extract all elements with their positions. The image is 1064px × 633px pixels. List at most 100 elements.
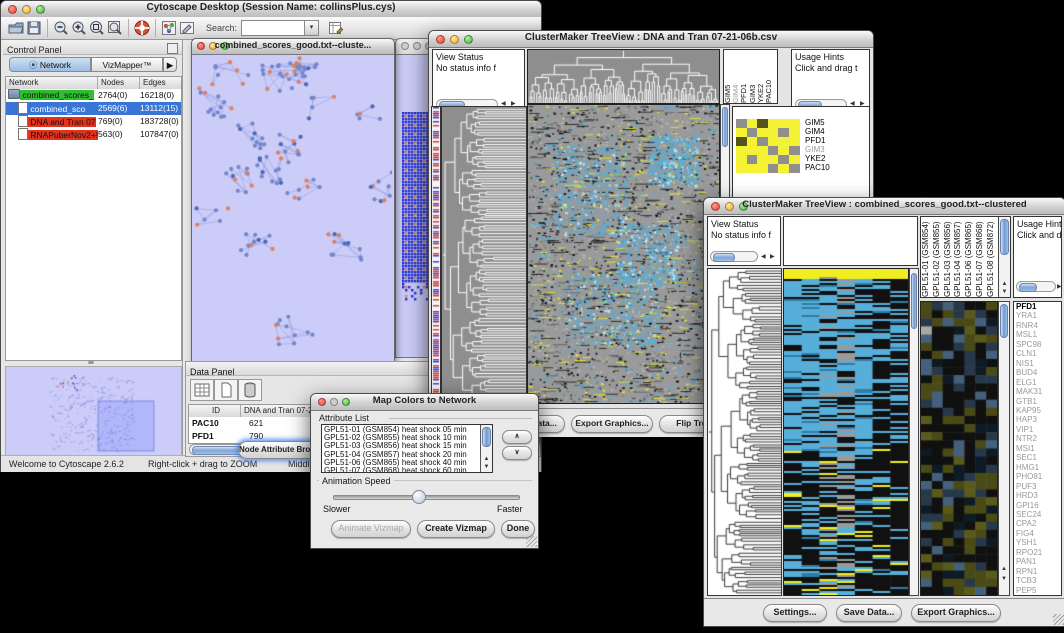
network-table-col-edges[interactable]: Edges xyxy=(140,77,181,89)
tv2-heatmap-vscrollbar[interactable] xyxy=(909,268,919,596)
gene-label[interactable]: FIG4 xyxy=(1014,529,1061,538)
slider-thumb-icon[interactable] xyxy=(412,490,426,504)
zoom-in-icon[interactable] xyxy=(70,19,88,37)
tv2-heatmap[interactable] xyxy=(783,268,909,596)
gene-label[interactable]: GTB1 xyxy=(1014,397,1061,406)
gene-label[interactable]: TCB3 xyxy=(1014,576,1061,585)
network-overview[interactable] xyxy=(5,366,182,456)
plugins-icon[interactable] xyxy=(160,19,178,37)
tv2-usage-scrollbar[interactable] xyxy=(1016,281,1056,292)
gene-label[interactable]: PHO81 xyxy=(1014,472,1061,481)
gene-label[interactable]: NIS1 xyxy=(1014,359,1061,368)
attr-col-id[interactable]: ID xyxy=(189,405,241,417)
gene-label[interactable]: KAP95 xyxy=(1014,406,1061,415)
tv2-collabel-scrollbar[interactable]: ▲ ▼ xyxy=(998,217,1010,297)
scroll-down-icon[interactable]: ▼ xyxy=(999,576,1009,583)
gene-label[interactable]: VIP1 xyxy=(1014,425,1061,434)
tv2-save-data-button[interactable]: Save Data... xyxy=(836,604,902,622)
attribute-browser-icon[interactable] xyxy=(327,19,345,37)
gene-label[interactable]: PFD1 xyxy=(1014,302,1061,311)
tv2-gene-dendrogram[interactable] xyxy=(707,268,782,596)
attribute-list-item[interactable]: GPL51-07 (GSM868) heat shock 60 min xyxy=(324,467,492,473)
gene-label[interactable]: HRD3 xyxy=(1014,491,1061,500)
attribute-listbox[interactable]: GPL51-01 (GSM854) heat shock 05 minGPL51… xyxy=(321,424,493,473)
select-attributes-icon[interactable] xyxy=(190,379,214,401)
scroll-right-icon[interactable]: ▶ xyxy=(1057,284,1062,291)
move-down-button[interactable]: ∨ xyxy=(502,446,532,460)
network-row[interactable]: DNA and Tran 07769(0)183728(0) xyxy=(6,115,181,128)
tv2-settings-button[interactable]: Settings... xyxy=(763,604,827,622)
tv2-export-graphics-button[interactable]: Export Graphics... xyxy=(911,604,1001,622)
gene-label[interactable]: RPN1 xyxy=(1014,567,1061,576)
tv1-column-dendrogram[interactable] xyxy=(527,49,720,104)
minimize-icon[interactable] xyxy=(413,42,421,50)
gene-label[interactable]: ELG1 xyxy=(1014,378,1061,387)
cytoscape-titlebar[interactable]: Cytoscape Desktop (Session Name: collins… xyxy=(1,1,541,18)
gene-label[interactable]: RPO21 xyxy=(1014,548,1061,557)
gene-label[interactable]: YRA1 xyxy=(1014,311,1061,320)
new-attribute-icon[interactable] xyxy=(214,379,238,401)
resize-grip[interactable] xyxy=(1053,614,1064,625)
help-icon[interactable] xyxy=(133,19,151,37)
gene-label[interactable]: PAN1 xyxy=(1014,557,1061,566)
tv2-zoom-heatmap[interactable] xyxy=(920,301,998,596)
scroll-up-icon[interactable]: ▲ xyxy=(999,566,1009,573)
scroll-down-icon[interactable]: ▼ xyxy=(481,464,492,471)
grid-network-canvas[interactable] xyxy=(402,112,431,302)
tv2-gene-list[interactable]: PFD1YRA1RNR4MSL1SPC98CLN1NIS1BUD4ELG1MAK… xyxy=(1013,301,1062,596)
splitter-handle[interactable] xyxy=(88,361,94,364)
gene-label[interactable]: PEP5 xyxy=(1014,586,1061,595)
float-panel-icon[interactable] xyxy=(167,43,178,54)
network-row[interactable]: combined_scores_2764(0)16218(0) xyxy=(6,89,181,102)
animation-speed-slider[interactable] xyxy=(333,495,520,500)
save-icon[interactable] xyxy=(25,19,43,37)
gene-label[interactable]: MSL1 xyxy=(1014,330,1061,339)
network-row[interactable]: combined_sco2569(6)13112(15) xyxy=(6,102,181,115)
gene-label[interactable]: NTR2 xyxy=(1014,434,1061,443)
tab-vizmapper[interactable]: VizMapper™ xyxy=(91,57,163,72)
network-row[interactable]: RNAPuberNov2+!563(0)107847(0) xyxy=(6,128,181,141)
search-dropdown-icon[interactable]: ▾ xyxy=(305,20,319,36)
tv1-export-graphics-button[interactable]: Export Graphics... xyxy=(571,415,653,433)
tv1-zoom-matrix[interactable] xyxy=(736,119,800,173)
delete-attribute-icon[interactable] xyxy=(238,379,262,401)
tv1-selection-strip[interactable] xyxy=(431,106,441,404)
tv2-zoom-vscrollbar[interactable]: ▲ ▼ xyxy=(998,301,1010,596)
attribute-list-scrollbar[interactable]: ▲ ▼ xyxy=(480,425,492,472)
network-table-col-nodes[interactable]: Nodes xyxy=(98,77,140,89)
resize-grip[interactable] xyxy=(526,536,537,547)
scroll-right-icon[interactable]: ▶ xyxy=(770,254,775,261)
create-vizmap-button[interactable]: Create Vizmap xyxy=(417,520,495,538)
gene-label[interactable]: GPI16 xyxy=(1014,501,1061,510)
animate-vizmap-button[interactable]: Animate Vizmap xyxy=(331,520,411,538)
gene-label[interactable]: SEC24 xyxy=(1014,510,1061,519)
scroll-down-icon[interactable]: ▼ xyxy=(999,289,1010,296)
close-icon[interactable] xyxy=(401,42,409,50)
dialog-titlebar[interactable]: Map Colors to Network xyxy=(311,394,538,411)
zoom-fit-icon[interactable] xyxy=(106,19,124,37)
tv2-status-scrollbar[interactable] xyxy=(710,251,758,262)
gene-label[interactable]: HMG1 xyxy=(1014,463,1061,472)
scroll-up-icon[interactable]: ▲ xyxy=(481,456,492,463)
tv1-gene-dendrogram[interactable] xyxy=(441,106,527,404)
tv1-heatmap[interactable] xyxy=(527,104,720,404)
gene-label[interactable]: MSI1 xyxy=(1014,444,1061,453)
zoom-out-icon[interactable] xyxy=(52,19,70,37)
gene-label[interactable]: PUF3 xyxy=(1014,482,1061,491)
gene-label[interactable]: HAP3 xyxy=(1014,415,1061,424)
gene-label[interactable]: SEC1 xyxy=(1014,453,1061,462)
gene-label[interactable]: CLN1 xyxy=(1014,349,1061,358)
treeview2-titlebar[interactable]: ClusterMaker TreeView : combined_scores_… xyxy=(704,198,1064,215)
scroll-up-icon[interactable]: ▲ xyxy=(999,281,1010,288)
annotation-icon[interactable] xyxy=(178,19,196,37)
gene-label[interactable]: YSH1 xyxy=(1014,538,1061,547)
gene-label[interactable]: SPC98 xyxy=(1014,340,1061,349)
network-table-col-network[interactable]: Network xyxy=(6,77,98,89)
move-up-button[interactable]: ∧ xyxy=(502,430,532,444)
scroll-left-icon[interactable]: ◀ xyxy=(761,254,766,261)
gene-label[interactable]: RNR4 xyxy=(1014,321,1061,330)
gene-label[interactable]: MAK31 xyxy=(1014,387,1061,396)
tv2-column-dendrogram[interactable] xyxy=(783,216,918,266)
open-file-icon[interactable] xyxy=(7,19,25,37)
gene-label[interactable]: MON2 xyxy=(1014,595,1061,596)
